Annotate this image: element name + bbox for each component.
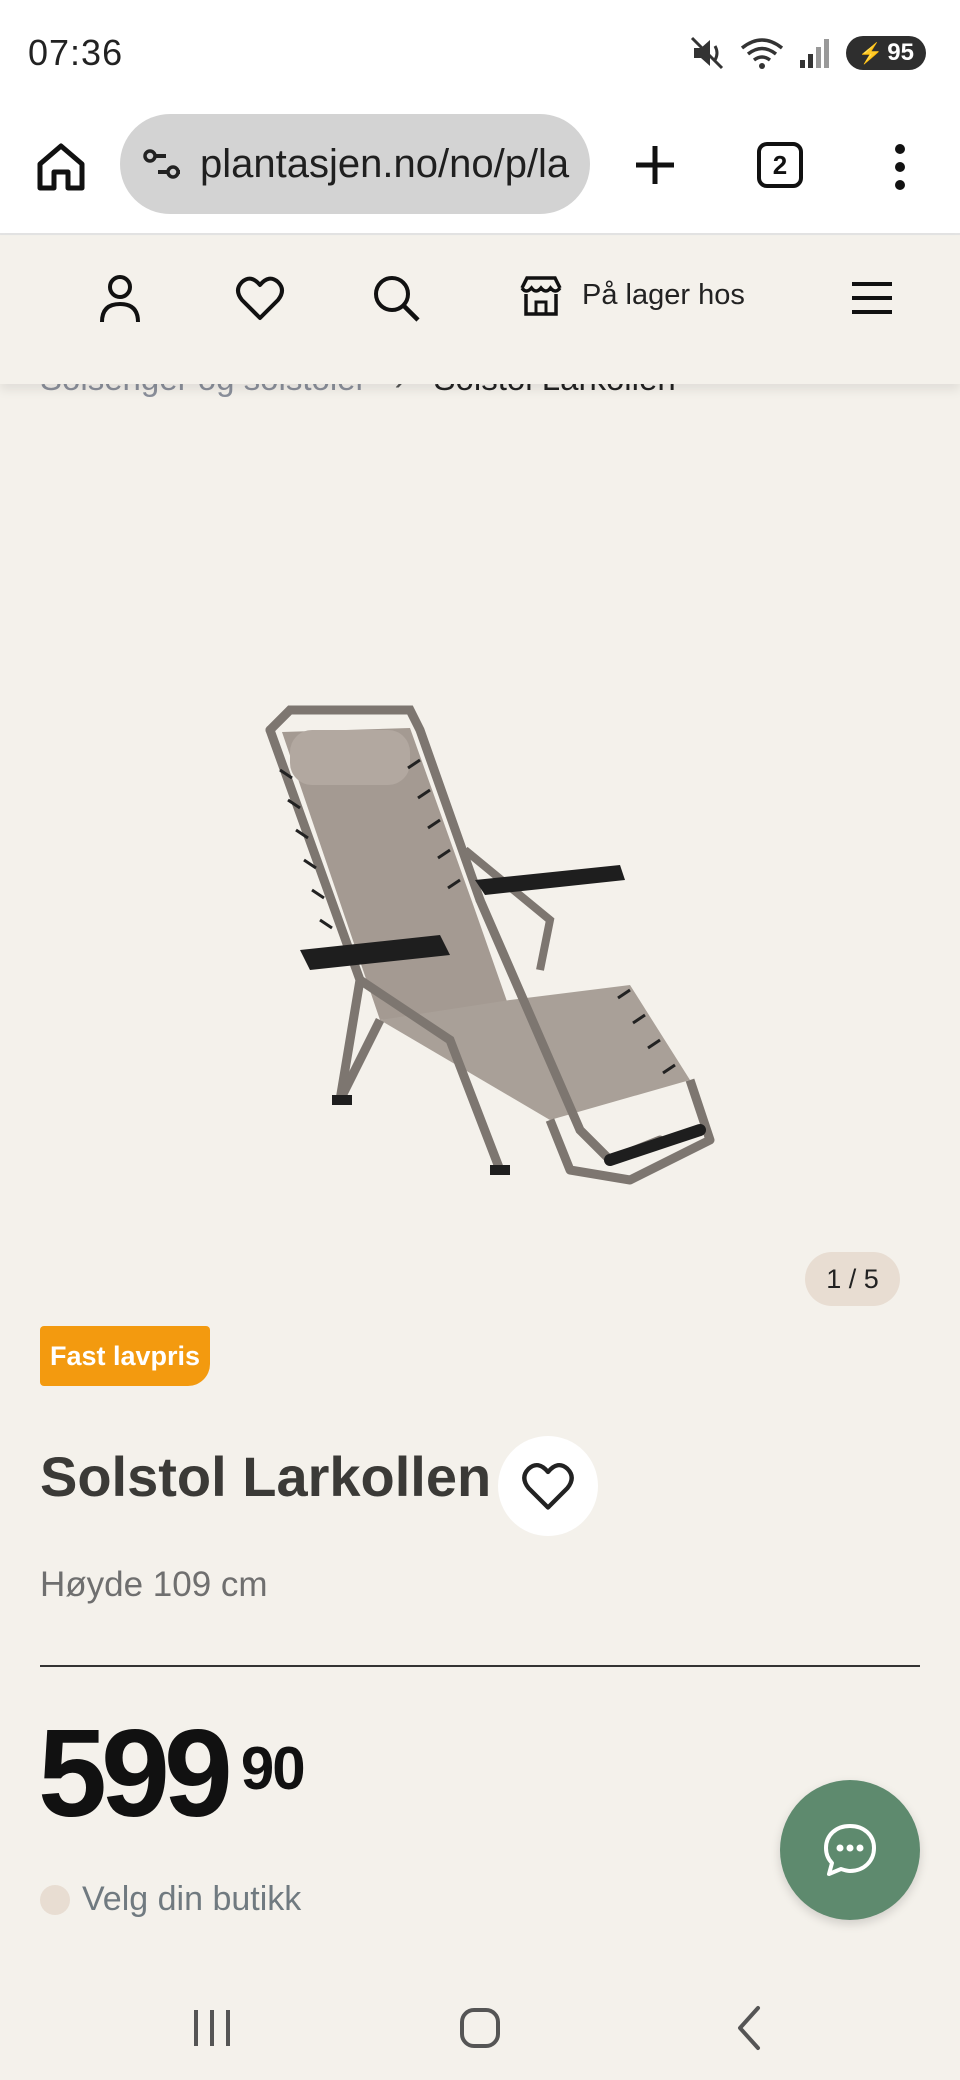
store-icon bbox=[520, 276, 562, 316]
heart-icon[interactable] bbox=[234, 272, 286, 324]
back-icon[interactable] bbox=[720, 1998, 780, 2058]
status-time: 07:36 bbox=[28, 32, 124, 73]
product-image[interactable] bbox=[250, 700, 750, 1230]
wifi-icon bbox=[741, 38, 784, 69]
price-main: 599 bbox=[38, 1705, 233, 1843]
more-vert-icon[interactable] bbox=[880, 140, 920, 194]
product-price: 599 90 bbox=[38, 1705, 306, 1843]
home-icon[interactable] bbox=[34, 140, 88, 194]
store-label[interactable]: Velg din butikk bbox=[82, 1880, 301, 1919]
plus-icon[interactable] bbox=[630, 140, 680, 190]
store-status-dot bbox=[40, 1884, 70, 1915]
signal-icon bbox=[800, 39, 830, 68]
price-cents: 90 bbox=[240, 1735, 306, 1802]
search-icon[interactable] bbox=[370, 272, 422, 324]
product-title: Solstol Larkollen bbox=[40, 1445, 492, 1508]
gallery-pager: 1 / 5 bbox=[805, 1252, 900, 1306]
battery-icon: ⚡ 95 bbox=[846, 36, 926, 70]
divider bbox=[40, 1665, 920, 1667]
stock-label: På lager hos bbox=[582, 278, 745, 311]
recent-apps-icon[interactable] bbox=[182, 1998, 242, 2058]
site-settings-icon[interactable] bbox=[140, 142, 184, 186]
price-badge: Fast lavpris bbox=[40, 1326, 211, 1386]
battery-level: 95 bbox=[887, 39, 914, 66]
chat-button[interactable] bbox=[780, 1780, 920, 1920]
store-selector[interactable]: Velg din butikk bbox=[40, 1880, 301, 1919]
home-circle-icon[interactable] bbox=[450, 1998, 510, 2058]
mute-icon bbox=[691, 36, 724, 70]
site-header: På lager hos bbox=[0, 236, 960, 384]
favorite-button[interactable] bbox=[498, 1436, 598, 1536]
url-text[interactable]: plantasjen.no/no/p/la bbox=[200, 142, 569, 187]
product-height: Høyde 109 cm bbox=[40, 1565, 268, 1604]
stock-selector[interactable]: På lager hos bbox=[518, 272, 745, 318]
system-nav-bar bbox=[0, 1960, 960, 2080]
browser-toolbar: plantasjen.no/no/p/la 2 bbox=[0, 110, 960, 235]
status-bar: 07:36 ⚡ 95 bbox=[0, 0, 960, 110]
url-bar[interactable]: plantasjen.no/no/p/la bbox=[120, 114, 590, 214]
chat-icon bbox=[824, 1824, 876, 1876]
tabs-icon[interactable]: 2 bbox=[757, 142, 803, 188]
status-icons: ⚡ 95 bbox=[690, 36, 926, 70]
hamburger-icon[interactable] bbox=[846, 272, 898, 324]
heart-icon bbox=[522, 1463, 574, 1510]
user-icon[interactable] bbox=[94, 272, 146, 324]
